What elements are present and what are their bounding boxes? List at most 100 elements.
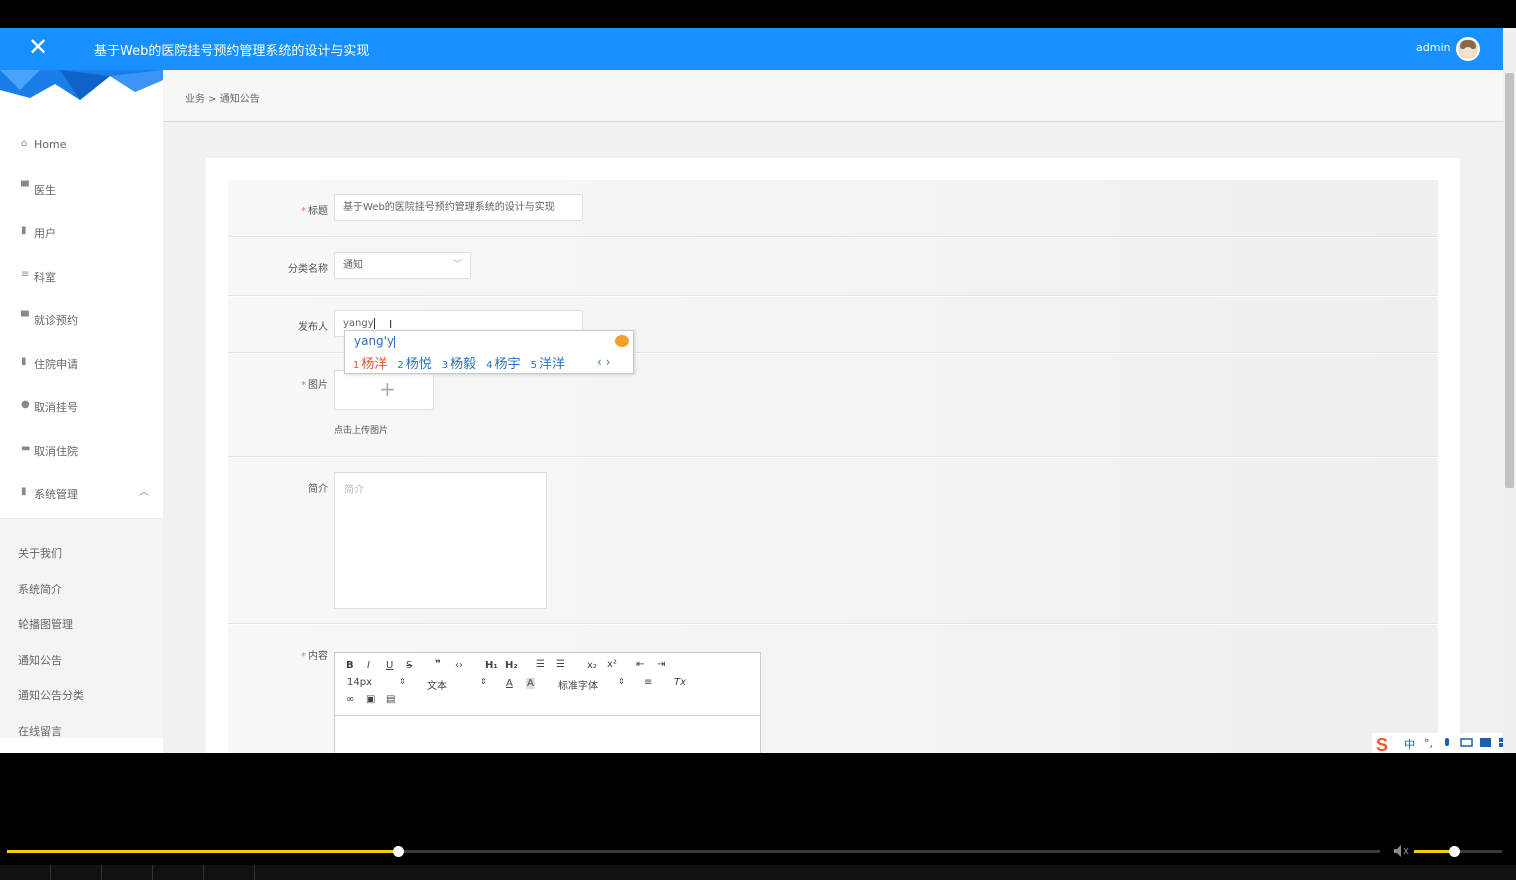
sidebar-item-label: 就诊预约 (34, 314, 78, 327)
close-icon[interactable]: ✕ (26, 35, 50, 59)
submenu-item-messages[interactable]: 在线留言 (18, 723, 62, 739)
plus-icon: + (379, 377, 396, 401)
location-icon: ● (21, 399, 30, 410)
video-player-controls (0, 753, 1516, 880)
submenu-item-intro[interactable]: 系统简介 (18, 581, 62, 597)
image-icon[interactable]: ▣ (366, 694, 375, 705)
title-label: * 标题 (301, 206, 328, 217)
bullet-list-icon[interactable]: ☰ (556, 659, 565, 670)
image-upload[interactable]: + (334, 370, 434, 410)
submenu-item-notice[interactable]: 通知公告 (18, 652, 62, 668)
text-caret (373, 317, 375, 329)
strike-button[interactable]: S (406, 660, 412, 671)
user-name[interactable]: admin (1416, 41, 1450, 54)
ime-status-bar: S 中 °, (1372, 733, 1503, 753)
align-icon[interactable]: ≡ (644, 677, 652, 688)
intro-label: 简介 (308, 484, 328, 495)
sidebar-item-label: 取消住院 (34, 445, 78, 458)
volume-slider[interactable] (1414, 846, 1502, 857)
ime-page-nav[interactable]: ‹ › (597, 355, 610, 369)
background-color-icon[interactable]: A (526, 678, 535, 689)
svg-text:中: 中 (1404, 738, 1415, 751)
top-header: ✕ 基于Web的医院挂号预约管理系统的设计与实现 admin (0, 28, 1503, 70)
sidebar-item-home[interactable]: ⌂ Home (0, 124, 163, 164)
scrollbar-thumb[interactable] (1505, 73, 1514, 488)
sliders-icon: ≡ (21, 269, 30, 280)
indent-icon[interactable]: ⇥ (657, 659, 665, 670)
breadcrumb: 业务 > 通知公告 (185, 94, 260, 105)
sidebar-item-hospitalization[interactable]: ▮ 住院申请 (0, 342, 163, 382)
clear-format-icon[interactable]: Tx (674, 677, 686, 688)
avatar[interactable] (1456, 37, 1480, 61)
sidebar-item-label: Home (34, 138, 67, 151)
document-icon: ▮ (21, 225, 27, 236)
sidebar-item-label: 系统管理 (34, 488, 78, 501)
sidebar-item-system[interactable]: ▮ 系统管理 ︿ (0, 472, 163, 512)
heading2-button[interactable]: H₂ (505, 660, 518, 671)
font-size-select[interactable]: 14px (347, 677, 372, 688)
sidebar-item-appointment[interactable]: ▀ 就诊预约 (0, 298, 163, 338)
sidebar-item-label: 取消挂号 (34, 401, 78, 414)
svg-text:S: S (1376, 735, 1388, 753)
taskbar-strip (0, 865, 1516, 880)
ime-candidates: 1 杨洋 2 杨悦 3 杨毅 4 杨宇 5 洋洋 (353, 353, 575, 372)
video-icon[interactable]: ▤ (386, 694, 395, 705)
upload-hint: 点击上传图片 (334, 426, 389, 436)
bold-button[interactable]: B (346, 660, 354, 671)
italic-button[interactable]: I (367, 660, 370, 671)
ordered-list-icon[interactable]: ☰ (536, 659, 545, 670)
sidebar-item-label: 用户 (34, 227, 56, 240)
volume-icon[interactable] (1393, 844, 1409, 858)
rich-text-editor: B I U S ❞ ‹› H₁ H₂ ☰ ☰ x₂ x² ⇤ ⇥ 14px ⇕ … (334, 652, 761, 753)
chevron-updown-icon: ⇕ (399, 677, 406, 686)
ime-candidate[interactable]: 1 杨洋 (353, 353, 387, 372)
chevron-updown-icon: ⇕ (480, 677, 487, 686)
progress-bar[interactable] (7, 846, 1380, 857)
submenu-item-about[interactable]: 关于我们 (18, 545, 62, 561)
ime-candidate[interactable]: 5 洋洋 (531, 353, 565, 372)
printer-icon: ▬ (21, 443, 31, 454)
title-input[interactable]: 基于Web的医院挂号预约管理系统的设计与实现 (334, 194, 583, 221)
superscript-button[interactable]: x² (607, 659, 617, 670)
underline-button[interactable]: U (386, 660, 393, 671)
progress-fill (7, 850, 399, 853)
submenu: 关于我们 系统简介 轮播图管理 通知公告 通知公告分类 在线留言 (0, 518, 163, 738)
submenu-item-carousel[interactable]: 轮播图管理 (18, 616, 73, 632)
submenu-item-notice-category[interactable]: 通知公告分类 (18, 687, 84, 703)
ime-candidate[interactable]: 4 杨宇 (486, 353, 520, 372)
home-icon: ⌂ (21, 138, 28, 149)
sogou-logo-icon (615, 335, 629, 347)
outdent-icon[interactable]: ⇤ (636, 659, 644, 670)
quote-button[interactable]: ❞ (435, 659, 441, 670)
font-color-icon[interactable]: A (506, 678, 513, 689)
ime-candidate[interactable]: 2 杨悦 (397, 353, 431, 372)
chevron-updown-icon: ⇕ (618, 677, 625, 686)
sidebar-item-cancel-registration[interactable]: ● 取消挂号 (0, 385, 163, 425)
clipboard-icon: ▮ (21, 486, 27, 497)
sidebar-item-department[interactable]: ≡ 科室 (0, 255, 163, 295)
code-button[interactable]: ‹› (455, 660, 463, 671)
link-icon[interactable]: ∞ (346, 694, 354, 705)
category-select[interactable]: 通知 ﹀ (334, 252, 471, 279)
sidebar-item-label: 医生 (34, 184, 56, 197)
intro-textarea[interactable]: 简介 (334, 472, 547, 609)
volume-handle[interactable] (1448, 846, 1460, 857)
sidebar-item-label: 住院申请 (34, 358, 78, 371)
category-value: 通知 (343, 260, 363, 271)
progress-handle[interactable] (393, 846, 405, 857)
subscript-button[interactable]: x₂ (587, 660, 597, 671)
block-format-select[interactable]: 文本 (427, 677, 447, 692)
ime-pinyin: yang'y (354, 334, 396, 348)
image-label: * 图片 (301, 380, 328, 391)
publisher-label: 发布人 (298, 322, 328, 333)
content-label: * 内容 (301, 651, 328, 662)
sidebar-item-doctor[interactable]: ▀ 医生 (0, 168, 163, 208)
sidebar-item-user[interactable]: ▮ 用户 (0, 211, 163, 251)
font-family-select[interactable]: 标准字体 (558, 677, 598, 692)
ime-candidate[interactable]: 3 杨毅 (442, 353, 476, 372)
chevron-up-icon: ︿ (139, 487, 149, 498)
heading1-button[interactable]: H₁ (485, 660, 498, 671)
vertical-scrollbar[interactable] (1503, 28, 1516, 753)
chevron-down-icon: ﹀ (453, 260, 463, 270)
sidebar-item-cancel-hospitalization[interactable]: ▬ 取消住院 (0, 429, 163, 469)
